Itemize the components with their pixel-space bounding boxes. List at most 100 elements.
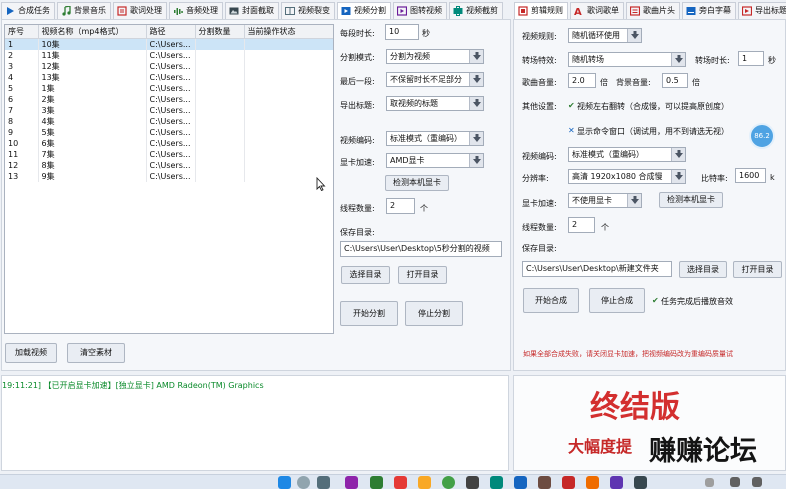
tab-label: 歌曲片头 <box>643 6 675 15</box>
bitrate-input[interactable]: 1600 <box>735 168 766 183</box>
app-icon[interactable] <box>634 476 647 489</box>
save-dir-input[interactable]: C:\Users\User\Desktop\5秒分割的视频 <box>340 241 502 257</box>
tab-lyrics[interactable]: 歌词处理 <box>113 2 167 19</box>
table-row[interactable]: 10 6集 C:\Users... <box>5 137 333 149</box>
video-split-panel: 序号 视频名称（mp4格式） 路径 分割数量 当前操作状态 1 10集 C:\Use… <box>1 19 511 371</box>
video-list[interactable]: 序号 视频名称（mp4格式） 路径 分割数量 当前操作状态 1 10集 C:\Use… <box>4 24 334 334</box>
choose-dir-button[interactable]: 选择目录 <box>679 261 727 278</box>
chevron-down-icon <box>671 53 685 66</box>
table-row[interactable]: 12 8集 C:\Users... <box>5 159 333 171</box>
tab-song-intro[interactable]: 歌曲片头 <box>626 2 680 19</box>
column-header-index[interactable]: 序号 <box>5 25 39 39</box>
open-dir-button[interactable]: 打开目录 <box>733 261 782 278</box>
video-codec-label: 视频编码: <box>340 136 375 145</box>
start-icon[interactable] <box>278 476 291 489</box>
table-row[interactable]: 13 9集 C:\Users... <box>5 170 333 182</box>
split-video-icon <box>285 7 295 15</box>
video-rule-dropdown[interactable]: 随机循环使用 <box>568 28 642 43</box>
choose-dir-button[interactable]: 选择目录 <box>341 266 390 284</box>
volume-icon[interactable] <box>752 477 762 487</box>
bg-volume-input[interactable]: 0.5 <box>662 73 688 88</box>
table-row[interactable]: 4 13集 C:\Users... <box>5 71 333 83</box>
stop-split-button[interactable]: 停止分割 <box>405 301 463 326</box>
start-compose-button[interactable]: 开始合成 <box>523 288 579 313</box>
show-console-checkbox-label[interactable]: 显示命令窗口（调试用，用不到请选无视） <box>577 126 729 137</box>
tab-export-title[interactable]: 导出标题 <box>738 2 786 19</box>
song-volume-input[interactable]: 2.0 <box>568 73 596 88</box>
clear-material-button[interactable]: 清空素材 <box>67 343 125 363</box>
table-row[interactable]: 11 7集 C:\Users... <box>5 148 333 160</box>
transition-dropdown[interactable]: 随机转场 <box>568 52 686 67</box>
thread-count-unit: 个 <box>601 223 609 232</box>
app-icon[interactable] <box>466 476 479 489</box>
play-sound-checkbox-label[interactable]: 任务完成后播放音效 <box>661 296 733 307</box>
folder-icon[interactable] <box>418 476 431 489</box>
play-icon <box>7 7 14 15</box>
open-dir-button[interactable]: 打开目录 <box>398 266 447 284</box>
app-icon[interactable] <box>538 476 551 489</box>
promo-subtitle: 大幅度提 <box>568 437 633 456</box>
chevron-up-icon[interactable] <box>705 478 714 487</box>
tab-narration-subtitle[interactable]: 旁白字幕 <box>682 2 736 19</box>
tab-audio[interactable]: 音频处理 <box>169 2 223 19</box>
tab-cover[interactable]: 封面截取 <box>225 2 279 19</box>
table-row[interactable]: 1 10集 C:\Users... <box>5 38 333 50</box>
column-header-name[interactable]: 视频名称（mp4格式） <box>38 25 147 39</box>
table-row[interactable]: 9 5集 C:\Users... <box>5 126 333 138</box>
thread-count-input[interactable]: 2 <box>568 217 595 233</box>
detect-gpu-button[interactable]: 检测本机显卡 <box>659 192 723 208</box>
detect-gpu-button[interactable]: 检测本机显卡 <box>385 175 449 191</box>
video-codec-dropdown[interactable]: 标准模式（重编码） <box>568 147 686 162</box>
gpu-accel-dropdown[interactable]: 不使用显卡 <box>568 193 642 208</box>
log-panel[interactable]: 19:11:21] 【已开启显卡加速】[独立显卡] AMD Radeon(TM)… <box>1 375 509 471</box>
app-icon[interactable] <box>490 476 503 489</box>
app-icon[interactable] <box>610 476 623 489</box>
table-row[interactable]: 2 11集 C:\Users... <box>5 49 333 61</box>
checkmark-icon[interactable]: ✔ <box>652 296 659 305</box>
tab-lyrics-playlist[interactable]: A 歌词歌单 <box>570 2 624 19</box>
tab-compose-task[interactable]: 合成任务 <box>1 2 55 19</box>
browser-icon[interactable] <box>442 476 455 489</box>
tab-image-to-video[interactable]: 图转视频 <box>393 2 447 19</box>
stop-compose-button[interactable]: 停止合成 <box>589 288 645 313</box>
transition-duration-input[interactable]: 1 <box>738 51 764 66</box>
column-header-path[interactable]: 路径 <box>146 25 196 39</box>
video-codec-dropdown[interactable]: 标准模式（重编码） <box>386 131 484 146</box>
table-row[interactable]: 6 2集 C:\Users... <box>5 93 333 105</box>
table-row[interactable]: 7 3集 C:\Users... <box>5 104 333 116</box>
task-view-icon[interactable] <box>317 476 330 489</box>
table-row[interactable]: 5 1集 C:\Users... <box>5 82 333 94</box>
gpu-accel-dropdown[interactable]: AMD显卡 <box>386 153 484 168</box>
checkmark-icon[interactable]: ✔ <box>568 101 575 110</box>
table-row[interactable]: 8 4集 C:\Users... <box>5 115 333 127</box>
tab-bg-music[interactable]: 背景音乐 <box>57 2 111 19</box>
export-title-dropdown[interactable]: 取视频的标题 <box>386 96 484 111</box>
tab-video-cut[interactable]: 视频截剪 <box>449 2 503 19</box>
app-icon[interactable] <box>394 476 407 489</box>
wifi-icon[interactable] <box>730 477 740 487</box>
app-icon[interactable] <box>586 476 599 489</box>
tab-video-split[interactable]: 视频分割 <box>337 2 391 19</box>
column-header-status[interactable]: 当前操作状态 <box>244 25 333 39</box>
resolution-dropdown[interactable]: 高清 1920x1080 合成慢 <box>568 169 686 184</box>
save-dir-input[interactable]: C:\Users\User\Desktop\新建文件夹 <box>522 261 672 277</box>
start-split-button[interactable]: 开始分割 <box>340 301 398 326</box>
thread-count-input[interactable]: 2 <box>386 198 415 214</box>
app-icon[interactable] <box>562 476 575 489</box>
cross-icon[interactable]: ✕ <box>568 126 575 135</box>
duration-input[interactable]: 10 <box>385 24 419 40</box>
column-header-count[interactable]: 分割数量 <box>195 25 245 39</box>
table-row[interactable]: 3 12集 C:\Users... <box>5 60 333 72</box>
split-mode-dropdown[interactable]: 分割为视频 <box>386 49 484 64</box>
tab-label: 旁白字幕 <box>699 6 731 15</box>
app-icon[interactable] <box>345 476 358 489</box>
search-icon[interactable] <box>297 476 310 489</box>
app-icon[interactable] <box>370 476 383 489</box>
last-segment-dropdown[interactable]: 不保留时长不足部分 <box>386 72 484 87</box>
tab-video-fission[interactable]: 视频裂变 <box>281 2 335 19</box>
flip-video-checkbox-label[interactable]: 视频左右翻转（合成慢，可以提高原创度） <box>577 101 729 112</box>
load-video-button[interactable]: 加载视频 <box>5 343 57 363</box>
bitrate-unit: k <box>770 173 775 182</box>
tab-edit-rules[interactable]: 剪辑规则 <box>514 2 568 19</box>
app-icon[interactable] <box>514 476 527 489</box>
